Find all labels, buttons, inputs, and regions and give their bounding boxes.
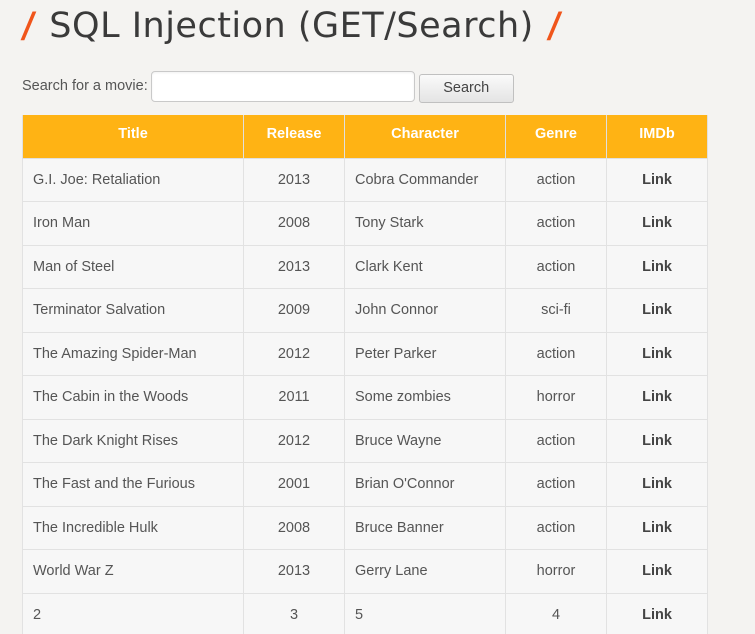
cell-release: 2001 [243, 462, 345, 507]
cell-title: Man of Steel [22, 244, 244, 289]
cell-title: The Cabin in the Woods [22, 375, 244, 420]
imdb-link[interactable]: Link [606, 331, 708, 376]
cell-character: Bruce Banner [344, 505, 506, 550]
cell-character: Gerry Lane [344, 549, 506, 594]
imdb-link[interactable]: Link [606, 418, 708, 463]
table-row: The Cabin in the Woods 2011 Some zombies ho… [22, 375, 708, 420]
search-label: Search for a movie: [22, 78, 148, 94]
table-body: G.I. Joe: Retaliation 2013 Cobra Commander… [22, 157, 708, 634]
cell-title: 2 [22, 592, 244, 634]
cell-release: 2008 [243, 201, 345, 246]
imdb-link[interactable]: Link [606, 549, 708, 594]
cell-character: Clark Kent [344, 244, 506, 289]
imdb-link[interactable]: Link [606, 462, 708, 507]
imdb-link[interactable]: Link [606, 244, 708, 289]
table-row: G.I. Joe: Retaliation 2013 Cobra Commander… [22, 157, 708, 202]
cell-character: Some zombies [344, 375, 506, 420]
title-slash-left: / [19, 6, 38, 46]
cell-character: 5 [344, 592, 506, 634]
cell-title: The Incredible Hulk [22, 505, 244, 550]
cell-title: Iron Man [22, 201, 244, 246]
column-header-genre: Genre [505, 115, 607, 159]
cell-genre: action [505, 244, 607, 289]
cell-genre: 4 [505, 592, 607, 634]
cell-title: The Amazing Spider-Man [22, 331, 244, 376]
table-row: Iron Man 2008 Tony Stark action Link [22, 201, 708, 246]
cell-release: 2013 [243, 244, 345, 289]
table-row: The Incredible Hulk 2008 Bruce Banner actio… [22, 505, 708, 550]
cell-genre: action [505, 505, 607, 550]
cell-genre: action [505, 331, 607, 376]
cell-genre: action [505, 462, 607, 507]
cell-release: 2012 [243, 331, 345, 376]
table-row: The Fast and the Furious 2001 Brian O'Conn… [22, 462, 708, 507]
page-title: / SQL Injection (GET/Search) / [19, 4, 564, 48]
search-button[interactable]: Search [418, 73, 514, 103]
table-row: Man of Steel 2013 Clark Kent action Link [22, 244, 708, 289]
table-row: World War Z 2013 Gerry Lane horror Link [22, 549, 708, 594]
cell-genre: action [505, 157, 607, 202]
cell-character: Tony Stark [344, 201, 506, 246]
cell-title: The Dark Knight Rises [22, 418, 244, 463]
imdb-link[interactable]: Link [606, 201, 708, 246]
cell-release: 2011 [243, 375, 345, 420]
page-title-text: SQL Injection (GET/Search) [49, 6, 534, 46]
column-header-title: Title [22, 115, 244, 159]
cell-title: G.I. Joe: Retaliation [22, 157, 244, 202]
table-row: 2 3 5 4 Link [22, 592, 708, 634]
cell-title: World War Z [22, 549, 244, 594]
column-header-release: Release [243, 115, 345, 159]
imdb-link[interactable]: Link [606, 505, 708, 550]
cell-release: 2009 [243, 288, 345, 333]
table-row: Terminator Salvation 2009 John Connor sci-f… [22, 288, 708, 333]
cell-release: 2012 [243, 418, 345, 463]
cell-genre: horror [505, 375, 607, 420]
cell-character: John Connor [344, 288, 506, 333]
cell-release: 2013 [243, 157, 345, 202]
cell-release: 2008 [243, 505, 345, 550]
cell-genre: action [505, 418, 607, 463]
imdb-link[interactable]: Link [606, 375, 708, 420]
cell-character: Brian O'Connor [344, 462, 506, 507]
search-form: Search for a movie: Search [22, 69, 514, 103]
search-input[interactable] [150, 70, 415, 102]
column-header-character: Character [344, 115, 506, 159]
imdb-link[interactable]: Link [606, 288, 708, 333]
cell-genre: action [505, 201, 607, 246]
cell-genre: sci-fi [505, 288, 607, 333]
movie-table: Title Release Character Genre IMDb G.I. … [22, 115, 708, 634]
table-header-row: Title Release Character Genre IMDb [22, 115, 708, 159]
cell-character: Cobra Commander [344, 157, 506, 202]
imdb-link[interactable]: Link [606, 592, 708, 634]
table-row: The Amazing Spider-Man 2012 Peter Parker ac… [22, 331, 708, 376]
cell-release: 3 [243, 592, 345, 634]
cell-genre: horror [505, 549, 607, 594]
column-header-imdb: IMDb [606, 115, 708, 159]
cell-title: The Fast and the Furious [22, 462, 244, 507]
cell-character: Peter Parker [344, 331, 506, 376]
cell-character: Bruce Wayne [344, 418, 506, 463]
cell-title: Terminator Salvation [22, 288, 244, 333]
imdb-link[interactable]: Link [606, 157, 708, 202]
cell-release: 2013 [243, 549, 345, 594]
title-slash-right: / [545, 6, 564, 46]
table-row: The Dark Knight Rises 2012 Bruce Wayne acti… [22, 418, 708, 463]
